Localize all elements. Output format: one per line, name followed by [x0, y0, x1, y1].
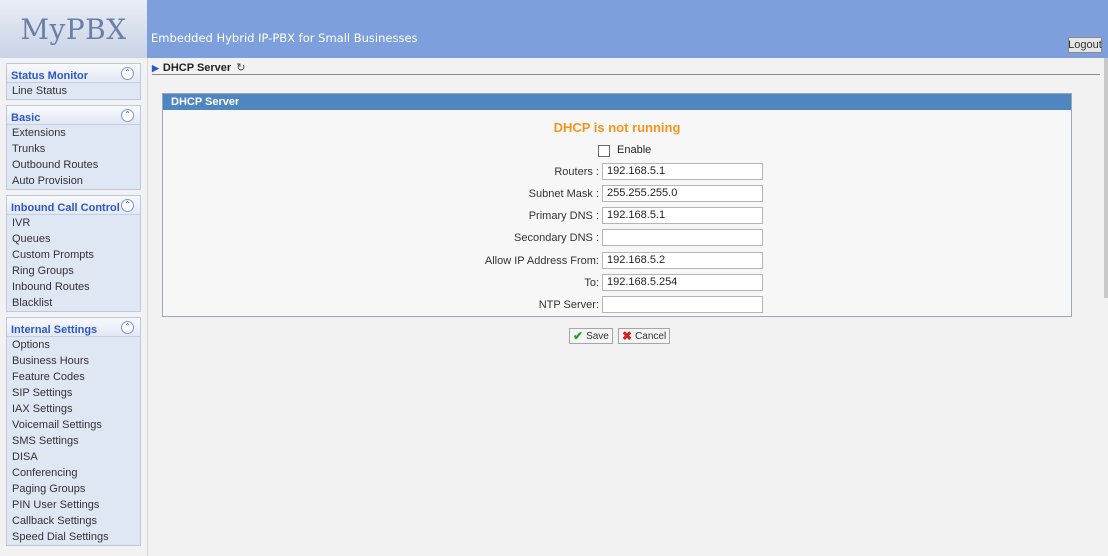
sidebar-item-sip-settings[interactable]: SIP Settings: [7, 385, 140, 401]
refresh-icon[interactable]: ↻: [236, 62, 245, 74]
section-title: Status Monitor: [11, 70, 88, 82]
ip-to-input[interactable]: 192.168.5.254: [602, 274, 763, 291]
breadcrumb-label: DHCP Server: [162, 62, 232, 74]
sidebar-section-basic: Basic ⌃ Extensions Trunks Outbound Route…: [6, 105, 141, 190]
secondary-dns-label: Secondary DNS :: [514, 232, 599, 244]
x-icon: ✖: [622, 329, 633, 343]
breadcrumb-divider: [152, 74, 1100, 75]
sidebar-section-inbound-call-control: Inbound Call Control ⌃ IVR Queues Custom…: [6, 195, 141, 312]
breadcrumb: ▶ DHCP Server ↻: [152, 61, 245, 74]
sidebar-item-pin-user-settings[interactable]: PIN User Settings: [7, 497, 140, 513]
save-button[interactable]: ✔ Save: [569, 328, 613, 344]
sidebar-item-queues[interactable]: Queues: [7, 231, 140, 247]
sidebar-item-trunks[interactable]: Trunks: [7, 141, 140, 157]
sidebar-item-disa[interactable]: DISA: [7, 449, 140, 465]
collapse-icon[interactable]: ⌃: [121, 109, 134, 122]
secondary-dns-row: Secondary DNS :: [163, 229, 1073, 246]
header-bar: MyPBX Embedded Hybrid IP-PBX for Small B…: [0, 0, 1108, 58]
sidebar-item-line-status[interactable]: Line Status: [7, 83, 140, 99]
section-header[interactable]: Basic ⌃: [7, 106, 140, 125]
cancel-label: Cancel: [635, 330, 667, 342]
sidebar-item-inbound-routes[interactable]: Inbound Routes: [7, 279, 140, 295]
ip-to-row: To: 192.168.5.254: [163, 274, 1073, 291]
sidebar-item-extensions[interactable]: Extensions: [7, 125, 140, 141]
sidebar-item-outbound-routes[interactable]: Outbound Routes: [7, 157, 140, 173]
subnet-mask-row: Subnet Mask : 255.255.255.0: [163, 185, 1073, 202]
primary-dns-row: Primary DNS : 192.168.5.1: [163, 207, 1073, 224]
sidebar-item-paging-groups[interactable]: Paging Groups: [7, 481, 140, 497]
subnet-mask-input[interactable]: 255.255.255.0: [602, 185, 763, 202]
routers-label: Routers :: [554, 166, 599, 178]
collapse-icon[interactable]: ⌃: [121, 321, 134, 334]
enable-label: Enable: [617, 144, 652, 156]
sidebar-item-callback-settings[interactable]: Callback Settings: [7, 513, 140, 529]
enable-checkbox[interactable]: [598, 145, 610, 157]
dhcp-status-text: DHCP is not running: [553, 120, 681, 135]
sidebar-item-iax-settings[interactable]: IAX Settings: [7, 401, 140, 417]
allow-ip-from-label: Allow IP Address From:: [484, 255, 599, 267]
section-header[interactable]: Internal Settings ⌃: [7, 318, 140, 337]
save-label: Save: [586, 330, 609, 342]
sidebar-item-feature-codes[interactable]: Feature Codes: [7, 369, 140, 385]
section-header[interactable]: Inbound Call Control ⌃: [7, 196, 140, 215]
cancel-button[interactable]: ✖ Cancel: [618, 328, 671, 344]
section-title: Internal Settings: [11, 324, 98, 336]
mypbx-logo: MyPBX: [0, 0, 147, 58]
sidebar-item-voicemail-settings[interactable]: Voicemail Settings: [7, 417, 140, 433]
ntp-server-input[interactable]: [602, 296, 763, 313]
sidebar: Status Monitor ⌃ Line Status Basic ⌃ Ext…: [0, 58, 148, 556]
sidebar-item-options[interactable]: Options: [7, 337, 140, 353]
ntp-server-row: NTP Server:: [163, 296, 1073, 313]
sidebar-item-business-hours[interactable]: Business Hours: [7, 353, 140, 369]
collapse-icon[interactable]: ⌃: [121, 67, 134, 80]
section-title: Basic: [11, 112, 41, 124]
sidebar-section-internal-settings: Internal Settings ⌃ Options Business Hou…: [6, 317, 141, 546]
primary-dns-label: Primary DNS :: [528, 210, 599, 222]
subnet-mask-label: Subnet Mask :: [528, 188, 599, 200]
routers-input[interactable]: 192.168.5.1: [602, 163, 763, 180]
sidebar-item-sms-settings[interactable]: SMS Settings: [7, 433, 140, 449]
ip-to-label: To:: [584, 277, 599, 289]
sidebar-section-status-monitor: Status Monitor ⌃ Line Status: [6, 63, 141, 100]
primary-dns-input[interactable]: 192.168.5.1: [602, 207, 763, 224]
ntp-server-label: NTP Server:: [538, 299, 599, 311]
panel-title: DHCP Server: [163, 94, 1071, 110]
scrollbar[interactable]: [1104, 58, 1108, 298]
sidebar-item-ivr[interactable]: IVR: [7, 215, 140, 231]
collapse-icon[interactable]: ⌃: [121, 199, 134, 212]
secondary-dns-input[interactable]: [602, 229, 763, 246]
allow-ip-from-input[interactable]: 192.168.5.2: [602, 252, 763, 269]
routers-row: Routers : 192.168.5.1: [163, 163, 1073, 180]
section-title: Inbound Call Control: [11, 202, 120, 214]
sidebar-item-conferencing[interactable]: Conferencing: [7, 465, 140, 481]
breadcrumb-arrow-icon: ▶: [152, 63, 159, 73]
logout-button[interactable]: Logout: [1068, 37, 1102, 53]
checkmark-icon: ✔: [573, 329, 584, 343]
sidebar-item-speed-dial-settings[interactable]: Speed Dial Settings: [7, 529, 140, 545]
sidebar-item-blacklist[interactable]: Blacklist: [7, 295, 140, 311]
sidebar-item-auto-provision[interactable]: Auto Provision: [7, 173, 140, 189]
dhcp-server-panel: DHCP Server DHCP is not running Enable R…: [162, 93, 1072, 317]
sidebar-item-custom-prompts[interactable]: Custom Prompts: [7, 247, 140, 263]
section-header[interactable]: Status Monitor ⌃: [7, 64, 140, 83]
header-tagline: Embedded Hybrid IP-PBX for Small Busines…: [151, 31, 418, 45]
allow-ip-from-row: Allow IP Address From: 192.168.5.2: [163, 252, 1073, 269]
sidebar-item-ring-groups[interactable]: Ring Groups: [7, 263, 140, 279]
